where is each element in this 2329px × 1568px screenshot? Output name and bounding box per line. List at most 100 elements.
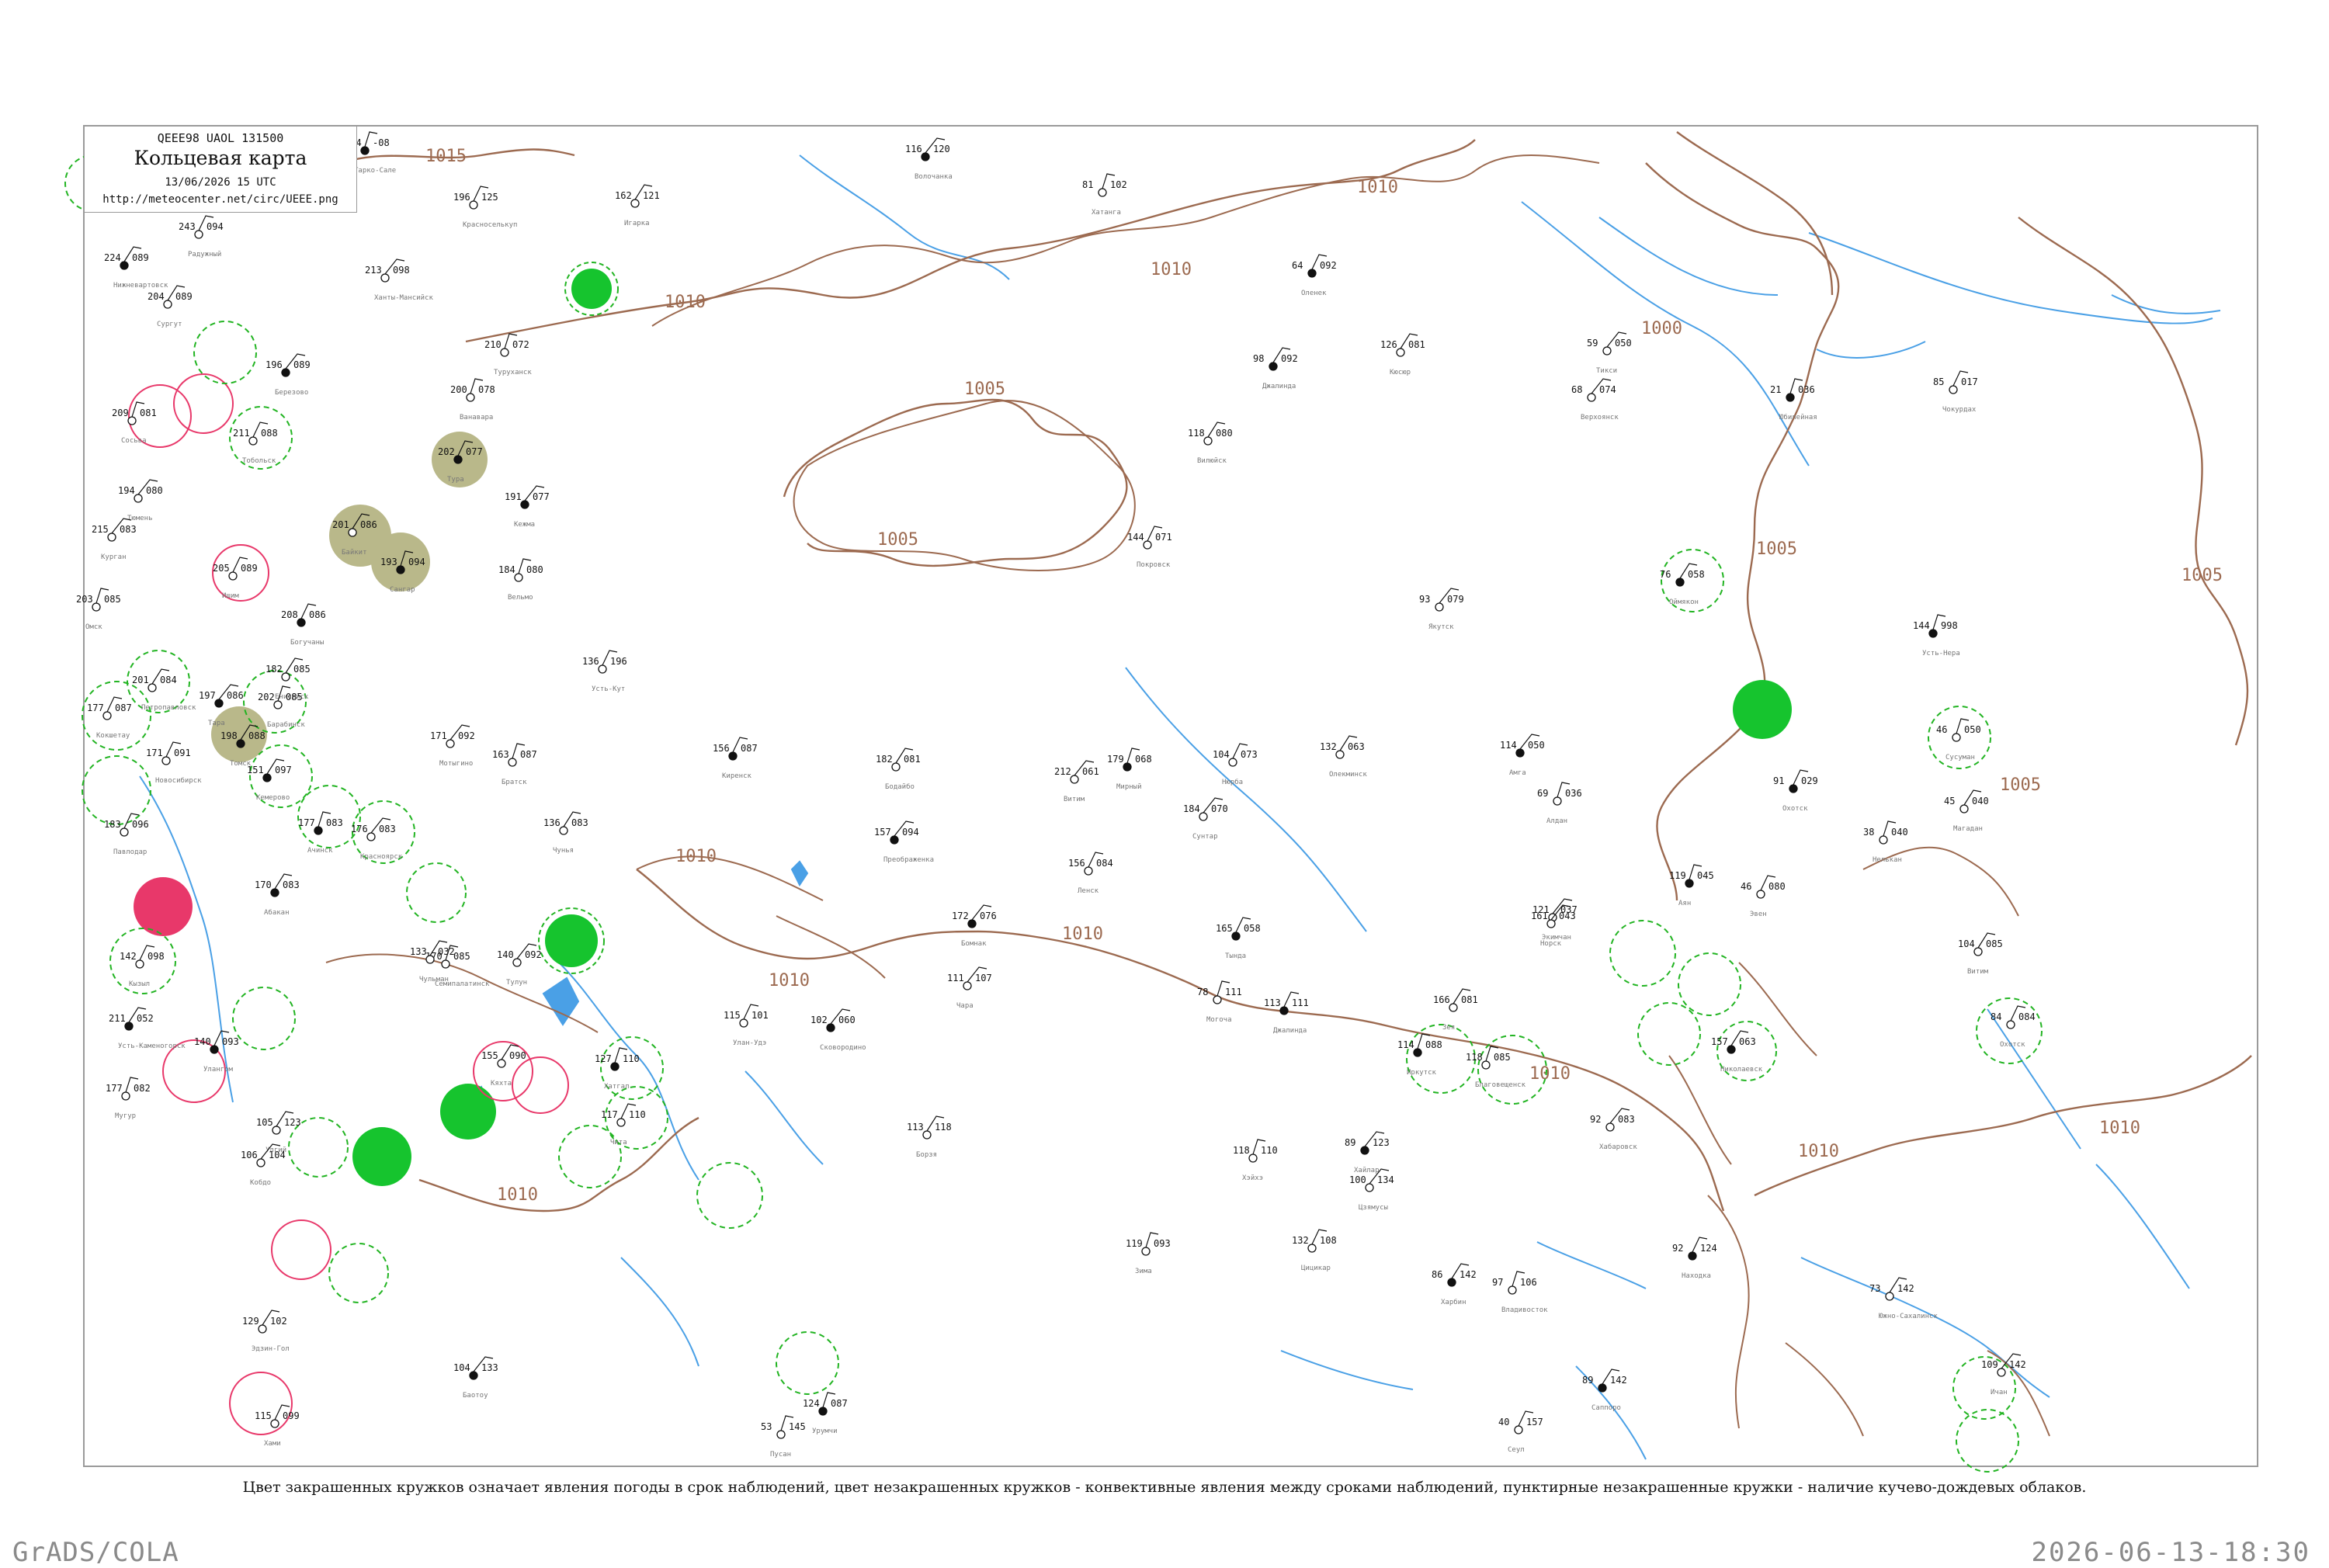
station-pressure: 063 <box>1739 1036 1756 1047</box>
station-pressure: 068 <box>1135 754 1152 765</box>
station-pressure: 092 <box>458 730 475 741</box>
station-name: Хами <box>264 1440 281 1448</box>
station-temperature: 177 <box>106 1083 123 1094</box>
station-cloud-cover-icon <box>776 1430 786 1439</box>
station-pressure: 134 <box>1377 1174 1394 1185</box>
station-temperature: 200 <box>450 384 467 395</box>
station-pressure: 079 <box>1447 594 1464 605</box>
isobar-label: 1010 <box>1798 1142 1839 1161</box>
station-plot: 76 058 Оймякон <box>1660 563 1705 606</box>
station-temperature: 115 <box>724 1010 741 1021</box>
station-name: Красноярск <box>360 853 403 861</box>
station-name: Джалинда <box>1273 1027 1307 1035</box>
station-name: Бодайбо <box>885 782 915 791</box>
station-cloud-cover-icon <box>497 1059 506 1068</box>
station-cloud-cover-icon <box>380 273 390 283</box>
station-plot: 97 106 Владивосток <box>1492 1271 1548 1314</box>
station-temperature: 213 <box>365 265 382 276</box>
convective-circle <box>271 1219 331 1280</box>
map-url[interactable]: http://meteocenter.net/circ/UEEE.png <box>85 193 356 206</box>
station-name: Кокшетау <box>96 732 130 740</box>
station-pressure: 089 <box>241 563 258 574</box>
station-pressure: 083 <box>571 817 588 828</box>
station-pressure: 133 <box>481 1362 498 1373</box>
station-name: Витим <box>1967 968 1989 976</box>
isobar-labels: 1015 1010 1010 1010 1005 1005 1005 1005 … <box>425 147 2223 1205</box>
station-temperature: 144 <box>1127 532 1144 543</box>
station-name: Чара <box>956 1002 974 1010</box>
station-cloud-cover-icon <box>610 1062 620 1071</box>
station-cloud-cover-icon <box>360 146 370 155</box>
cb-circle <box>328 1243 389 1303</box>
station-pressure: 087 <box>831 1398 848 1409</box>
station-cloud-cover-icon <box>469 200 478 210</box>
station-name: Хатгал <box>604 1083 630 1091</box>
station-name: Чокурдах <box>1942 406 1977 414</box>
isobars-layer <box>341 131 2252 1212</box>
station-pressure: 063 <box>1348 741 1365 752</box>
station-pressure: 085 <box>1986 938 2003 949</box>
station-pressure: 110 <box>629 1109 646 1120</box>
station-cloud-cover-icon <box>446 739 455 748</box>
station-name: Кяхта <box>491 1080 512 1088</box>
station-cloud-cover-icon <box>818 1407 828 1416</box>
station-name: Сосьва <box>121 437 147 445</box>
station-pressure: 080 <box>146 485 163 496</box>
station-cloud-cover-icon <box>1248 1153 1258 1163</box>
station-plot: 105 123Улгий <box>256 1111 301 1154</box>
station-temperature: 118 <box>1188 428 1205 439</box>
station-pressure: 123 <box>1373 1137 1390 1148</box>
station-name: Туруханск <box>494 369 532 376</box>
station-name: Ханты-Мансийск <box>374 294 433 302</box>
station-cloud-cover-icon <box>273 700 283 709</box>
station-temperature: 170 <box>255 879 272 890</box>
station-name: Сунтар <box>1192 833 1218 841</box>
station-plot: 205 089 Ишим <box>213 557 258 600</box>
station-plot: 45 040 Магадан <box>1944 789 1989 833</box>
station-name: Барабинск <box>267 720 305 729</box>
station-pressure: 092 <box>525 949 542 960</box>
station-name: Вилюйск <box>1197 457 1227 465</box>
isobar-1000 <box>1676 131 1834 296</box>
station-name: Петропавловск <box>141 704 196 712</box>
station-name: Тарко-Сале <box>354 167 396 175</box>
synoptic-map: 1015 1010 1010 1010 1005 1005 1005 1005 … <box>64 125 2258 1473</box>
station-cloud-cover-icon <box>270 888 279 897</box>
station-pressure: 099 <box>283 1410 300 1421</box>
station-plot: 81 102 Хатанга <box>1082 173 1127 217</box>
station-name: Охотск <box>2000 1041 2025 1049</box>
thunderstorm-circle <box>440 1084 496 1140</box>
station-name: Иркутск <box>1407 1069 1437 1077</box>
station-cloud-cover-icon <box>1949 385 1958 394</box>
station-name: Сургут <box>157 321 182 328</box>
station-cloud-cover-icon <box>520 500 529 509</box>
station-cloud-cover-icon <box>922 1130 932 1140</box>
station-plot: 115 099 Хами <box>255 1404 300 1448</box>
station-cloud-cover-icon <box>514 573 523 582</box>
station-temperature: 129 <box>242 1316 259 1327</box>
station-cloud-cover-icon <box>1203 436 1213 446</box>
station-temperature: 209 <box>112 408 129 418</box>
convective-circle <box>512 1056 569 1114</box>
station-temperature: 136 <box>543 817 561 828</box>
station-temperature: 184 <box>498 564 515 575</box>
station-temperature: 224 <box>104 252 121 263</box>
station-name: Усть-Кут <box>592 685 625 693</box>
station-temperature: 211 <box>233 428 250 439</box>
station-plot: 208 086 Богучаны <box>281 603 326 647</box>
station-plot: 156 084 Ленск <box>1068 852 1113 895</box>
station-plot: 40 157 Сеул <box>1498 1410 1543 1454</box>
station-name: Цзямусы <box>1359 1204 1388 1212</box>
station-name: Вельмо <box>508 594 533 602</box>
station-temperature: 140 <box>497 949 514 960</box>
station-temperature: 98 <box>1253 353 1264 364</box>
station-pressure: 050 <box>1615 338 1632 349</box>
station-plot: 100 134 Цзямусы <box>1349 1168 1394 1212</box>
station-temperature: 78 <box>1197 987 1208 997</box>
station-temperature: 114 <box>1397 1039 1414 1050</box>
station-name: Кюсюр <box>1390 369 1411 376</box>
station-temperature: 196 <box>453 192 470 203</box>
isobar-label: 1005 <box>2000 775 2041 795</box>
station-cloud-cover-icon <box>1307 1244 1317 1253</box>
station-temperature: 182 <box>266 664 283 675</box>
